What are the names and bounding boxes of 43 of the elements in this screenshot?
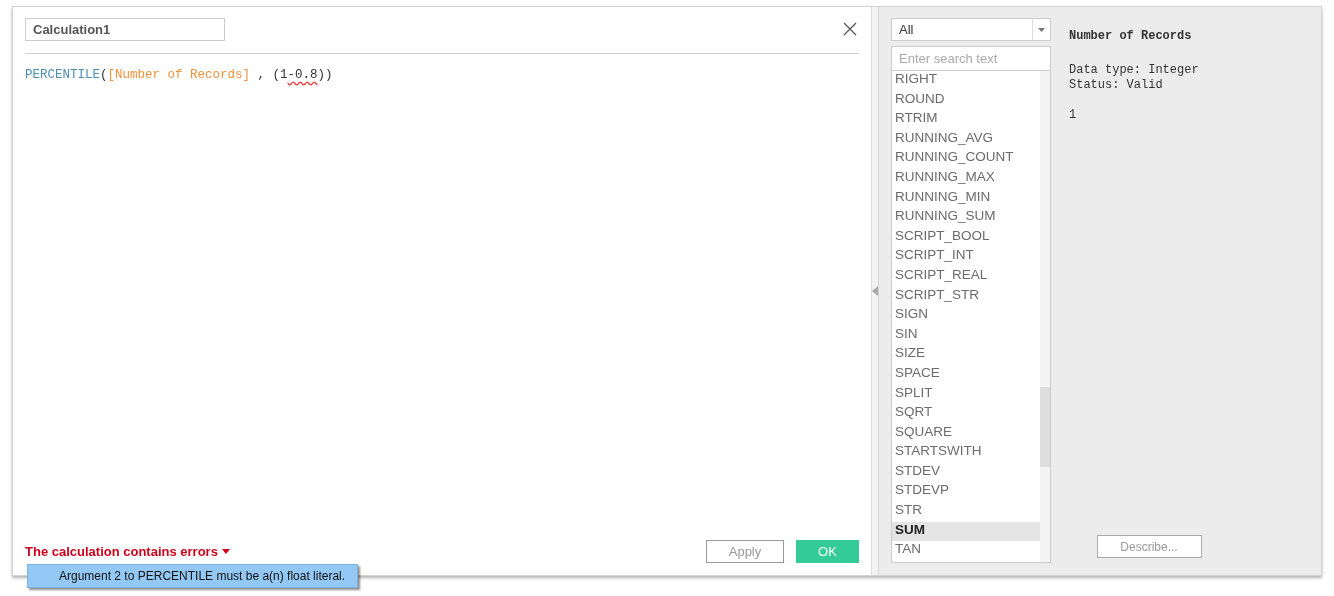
- formula-editor[interactable]: PERCENTILE([Number of Records] , (1-0.8)): [25, 54, 859, 540]
- search-field[interactable]: Enter search text: [891, 46, 1051, 70]
- function-item[interactable]: STDEV: [892, 462, 1040, 483]
- category-dropdown[interactable]: All: [891, 18, 1051, 41]
- function-item[interactable]: STARTSWITH: [892, 443, 1040, 463]
- function-item[interactable]: SPACE: [892, 364, 1040, 385]
- function-item[interactable]: STR: [892, 502, 1040, 522]
- function-item[interactable]: SUM: [892, 521, 1040, 542]
- function-item[interactable]: RUNNING_SUM: [892, 208, 1040, 228]
- function-item[interactable]: STDEVP: [892, 482, 1040, 503]
- collapse-arrow-icon[interactable]: [872, 286, 878, 296]
- scrollbar-thumb[interactable]: [1040, 387, 1050, 467]
- function-item[interactable]: RTRIM: [892, 110, 1040, 130]
- field-value: 1: [1069, 108, 1078, 122]
- function-item[interactable]: RUNNING_AVG: [892, 129, 1040, 150]
- field-info: Data type: Integer: [1069, 63, 1200, 78]
- function-item[interactable]: RUNNING_COUNT: [892, 149, 1040, 169]
- dropdown-arrow-icon: [1038, 27, 1045, 32]
- error-status-link[interactable]: The calculation contains errors: [25, 544, 230, 559]
- function-item[interactable]: SCRIPT_REAL: [892, 266, 1040, 287]
- function-item[interactable]: ROUND: [892, 90, 1040, 111]
- function-item[interactable]: RUNNING_MIN: [892, 188, 1040, 209]
- function-item[interactable]: SCRIPT_STR: [892, 286, 1040, 307]
- function-item[interactable]: RIGHT: [892, 71, 1040, 91]
- function-item[interactable]: SQUARE: [892, 423, 1040, 444]
- function-item[interactable]: TAN: [892, 541, 1040, 561]
- function-item[interactable]: SQRT: [892, 404, 1040, 424]
- function-item[interactable]: SPLIT: [892, 384, 1040, 405]
- calculation-name-field[interactable]: Calculation1: [25, 18, 225, 41]
- function-item[interactable]: SIZE: [892, 345, 1040, 365]
- caret-icon: [221, 549, 230, 554]
- function-item[interactable]: SCRIPT_BOOL: [892, 227, 1040, 248]
- function-item[interactable]: SIN: [892, 325, 1040, 346]
- field-info: Status: Valid: [1069, 78, 1164, 93]
- close-icon: [843, 21, 857, 36]
- function-item[interactable]: RUNNING_MAX: [892, 168, 1040, 189]
- scrollbar[interactable]: [1040, 71, 1050, 562]
- function-item[interactable]: SIGN: [892, 306, 1040, 326]
- error-tooltip: Argument 2 to PERCENTILE must be a(n) float literal.: [27, 564, 358, 588]
- field-title: Number of Records: [1069, 29, 1193, 43]
- function-item[interactable]: SCRIPT_INT: [892, 247, 1040, 267]
- close-button[interactable]: [843, 21, 859, 38]
- describe-button[interactable]: Describe...: [1096, 535, 1202, 558]
